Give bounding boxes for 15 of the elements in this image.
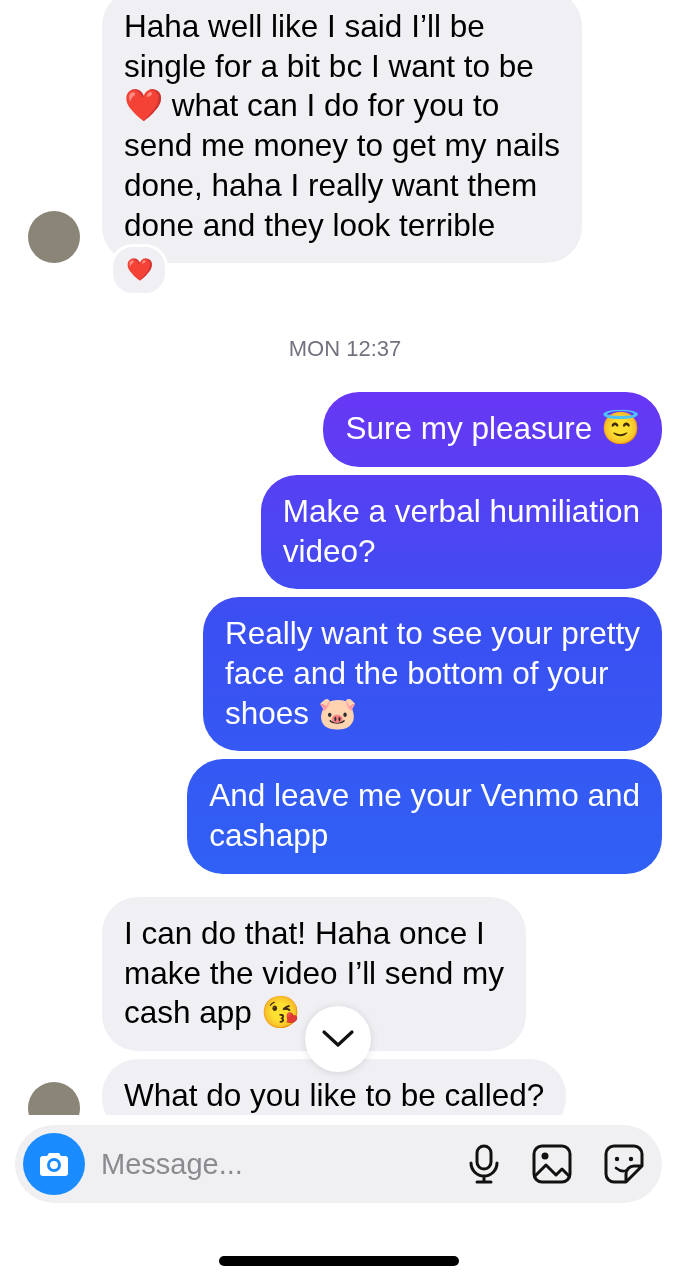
message-bubble: And leave me your Venmo and cashapp: [187, 759, 662, 874]
message-input[interactable]: Message...: [85, 1147, 436, 1181]
message-bubble: Really want to see your pretty face and the bottom of your shoes 🐷: [203, 597, 662, 752]
camera-icon: [39, 1151, 69, 1177]
chevron-down-icon: [321, 1029, 355, 1049]
image-icon[interactable]: [532, 1144, 572, 1184]
camera-button[interactable]: [23, 1133, 85, 1195]
microphone-icon[interactable]: [468, 1144, 500, 1184]
message-bubble: I can do that! Haha once I make the video I’ll send my cash app 😘: [102, 896, 526, 1051]
message-bubble: Make a verbal humiliation video?: [260, 474, 662, 590]
message-bubble: Sure my pleasure 😇: [323, 392, 662, 467]
avatar[interactable]: [28, 211, 80, 264]
sticker-icon[interactable]: [604, 1144, 644, 1184]
message-bubble: What do you like to be called?: [102, 1058, 567, 1115]
timestamp: MON 12:37: [288, 336, 402, 363]
